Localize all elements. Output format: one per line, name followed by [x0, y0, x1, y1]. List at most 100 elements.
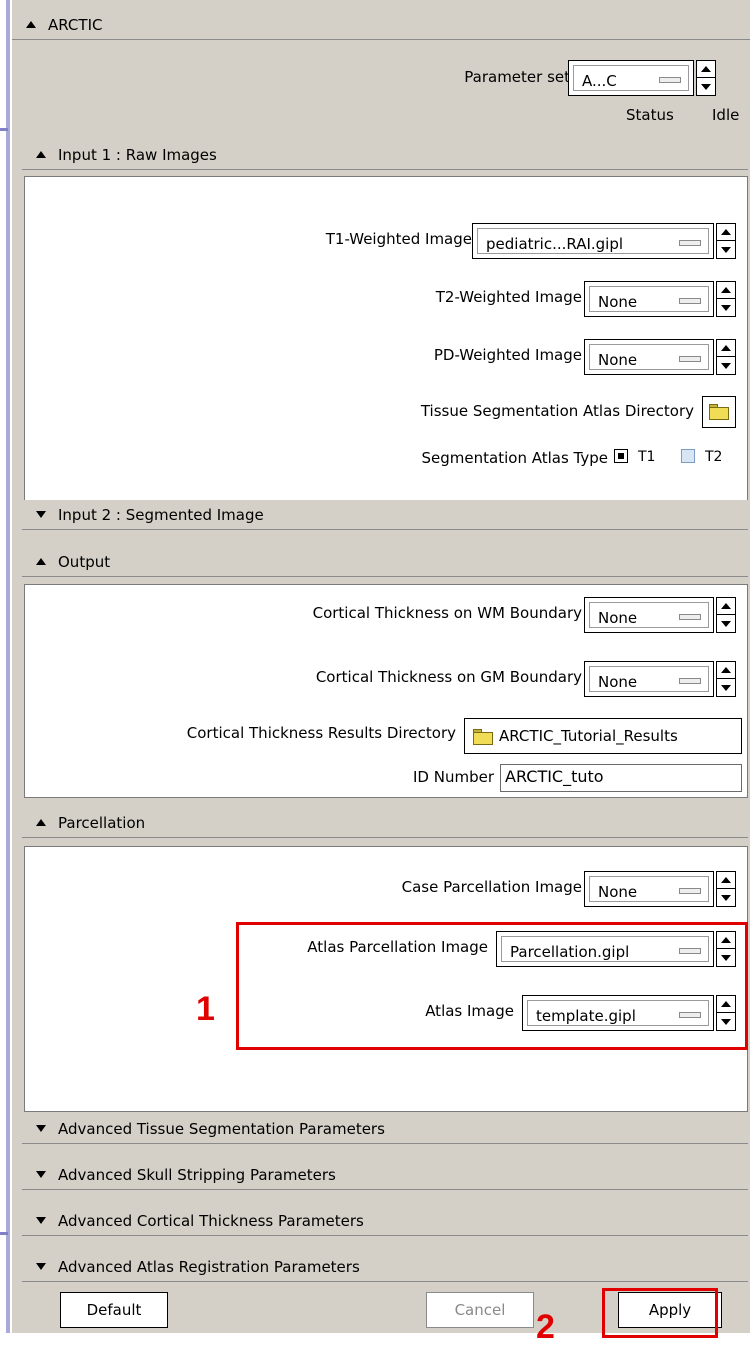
- output-header[interactable]: Output: [22, 547, 748, 577]
- input2-title: Input 2 : Segmented Image: [58, 505, 264, 524]
- collapse-arrow-icon: [26, 21, 36, 28]
- arctic-title: ARCTIC: [48, 15, 103, 34]
- atlas-type-label: Segmentation Atlas Type: [421, 449, 608, 467]
- gm-spin[interactable]: [716, 661, 736, 697]
- expand-arrow-icon: [36, 1125, 46, 1132]
- parcellation-header[interactable]: Parcellation: [22, 808, 748, 838]
- expand-arrow-icon: [36, 1171, 46, 1178]
- atlas-type-t1-label: T1: [638, 449, 656, 465]
- spin-down-icon[interactable]: [717, 679, 735, 696]
- advanced-cortical-header[interactable]: Advanced Cortical Thickness Parameters: [22, 1206, 748, 1236]
- t2-spin[interactable]: [716, 281, 736, 317]
- advanced-atlas-header[interactable]: Advanced Atlas Registration Parameters: [22, 1252, 748, 1282]
- spin-up-icon[interactable]: [717, 598, 735, 615]
- pd-value: None: [598, 351, 638, 369]
- atlas-type-t2-label: T2: [705, 449, 723, 465]
- t1-label: T1-Weighted Image: [325, 230, 472, 248]
- case-parc-label: Case Parcellation Image: [401, 878, 582, 896]
- output-title: Output: [58, 552, 111, 571]
- left-edge-line: [6, 0, 10, 1333]
- t1-value: pediatric...RAI.gipl: [486, 235, 624, 253]
- pd-label: PD-Weighted Image: [433, 346, 582, 364]
- highlight-box-2: [602, 1288, 718, 1338]
- spin-up-icon[interactable]: [717, 340, 735, 357]
- atlas-type-t2-radio[interactable]: [681, 449, 695, 463]
- spin-up-icon[interactable]: [717, 872, 735, 889]
- spin-down-icon[interactable]: [717, 889, 735, 906]
- arctic-header[interactable]: ARCTIC: [12, 10, 750, 40]
- status-value: Idle: [712, 106, 740, 124]
- left-edge-tick: [0, 1232, 8, 1235]
- wm-label: Cortical Thickness on WM Boundary: [312, 604, 582, 622]
- collapse-arrow-icon: [36, 558, 46, 565]
- spin-down-icon[interactable]: [697, 78, 715, 95]
- gm-value: None: [598, 673, 638, 691]
- parameter-set-menu[interactable]: A...C: [568, 60, 694, 96]
- t2-menu[interactable]: None: [584, 281, 714, 317]
- annotation-marker-1: 1: [196, 990, 215, 1028]
- advanced-skull-title: Advanced Skull Stripping Parameters: [58, 1165, 336, 1184]
- case-parc-spin[interactable]: [716, 871, 736, 907]
- t1-spin[interactable]: [716, 223, 736, 259]
- results-dir-button[interactable]: ARCTIC_Tutorial_Results: [464, 718, 742, 754]
- menu-indicator-icon: [659, 77, 681, 83]
- spin-down-icon[interactable]: [717, 357, 735, 374]
- menu-indicator-icon: [679, 240, 701, 246]
- t1-menu[interactable]: pediatric...RAI.gipl: [472, 223, 714, 259]
- collapse-arrow-icon: [36, 819, 46, 826]
- id-field[interactable]: ARCTIC_tuto: [500, 764, 742, 792]
- spin-down-icon[interactable]: [717, 241, 735, 258]
- input1-title: Input 1 : Raw Images: [58, 145, 217, 164]
- advanced-atlas-title: Advanced Atlas Registration Parameters: [58, 1257, 360, 1276]
- highlight-box-1: [236, 922, 748, 1050]
- parameter-set-value: A...C: [582, 72, 617, 90]
- wm-value: None: [598, 609, 638, 627]
- menu-indicator-icon: [679, 888, 701, 894]
- advanced-tissue-title: Advanced Tissue Segmentation Parameters: [58, 1119, 385, 1138]
- case-parc-menu[interactable]: None: [584, 871, 714, 907]
- advanced-skull-header[interactable]: Advanced Skull Stripping Parameters: [22, 1160, 748, 1190]
- pd-spin[interactable]: [716, 339, 736, 375]
- gm-menu[interactable]: None: [584, 661, 714, 697]
- cancel-button[interactable]: Cancel: [426, 1292, 534, 1328]
- spin-down-icon[interactable]: [717, 299, 735, 316]
- spin-up-icon[interactable]: [697, 61, 715, 78]
- menu-indicator-icon: [679, 678, 701, 684]
- status-label: Status: [626, 106, 674, 124]
- spin-up-icon[interactable]: [717, 224, 735, 241]
- wm-spin[interactable]: [716, 597, 736, 633]
- menu-indicator-icon: [679, 298, 701, 304]
- spin-down-icon[interactable]: [717, 615, 735, 632]
- advanced-tissue-header[interactable]: Advanced Tissue Segmentation Parameters: [22, 1114, 748, 1144]
- pd-menu[interactable]: None: [584, 339, 714, 375]
- input1-header[interactable]: Input 1 : Raw Images: [22, 140, 748, 170]
- atlas-type-t1-radio[interactable]: [614, 449, 628, 463]
- folder-icon: [709, 404, 729, 420]
- expand-arrow-icon: [36, 1217, 46, 1224]
- menu-indicator-icon: [679, 614, 701, 620]
- gm-label: Cortical Thickness on GM Boundary: [315, 668, 582, 686]
- parameter-set-spin[interactable]: [696, 60, 716, 96]
- wm-menu[interactable]: None: [584, 597, 714, 633]
- menu-indicator-icon: [679, 356, 701, 362]
- atlas-dir-label: Tissue Segmentation Atlas Directory: [420, 402, 694, 420]
- left-edge-tick: [0, 128, 8, 131]
- parcellation-title: Parcellation: [58, 813, 146, 832]
- expand-arrow-icon: [36, 511, 46, 518]
- atlas-dir-button[interactable]: [702, 396, 736, 428]
- results-dir-value: ARCTIC_Tutorial_Results: [499, 727, 678, 745]
- arctic-panel: ARCTIC Parameter set A...C Status Idle I…: [12, 0, 750, 1333]
- default-button[interactable]: Default: [60, 1292, 168, 1328]
- spin-up-icon[interactable]: [717, 662, 735, 679]
- t2-value: None: [598, 293, 638, 311]
- advanced-cortical-title: Advanced Cortical Thickness Parameters: [58, 1211, 364, 1230]
- input2-header[interactable]: Input 2 : Segmented Image: [22, 500, 748, 530]
- id-label: ID Number: [413, 768, 494, 786]
- collapse-arrow-icon: [36, 151, 46, 158]
- annotation-marker-2: 2: [536, 1308, 555, 1346]
- expand-arrow-icon: [36, 1263, 46, 1270]
- spin-up-icon[interactable]: [717, 282, 735, 299]
- parameter-set-label: Parameter set: [464, 68, 570, 86]
- results-dir-label: Cortical Thickness Results Directory: [186, 724, 456, 742]
- folder-icon: [473, 729, 493, 745]
